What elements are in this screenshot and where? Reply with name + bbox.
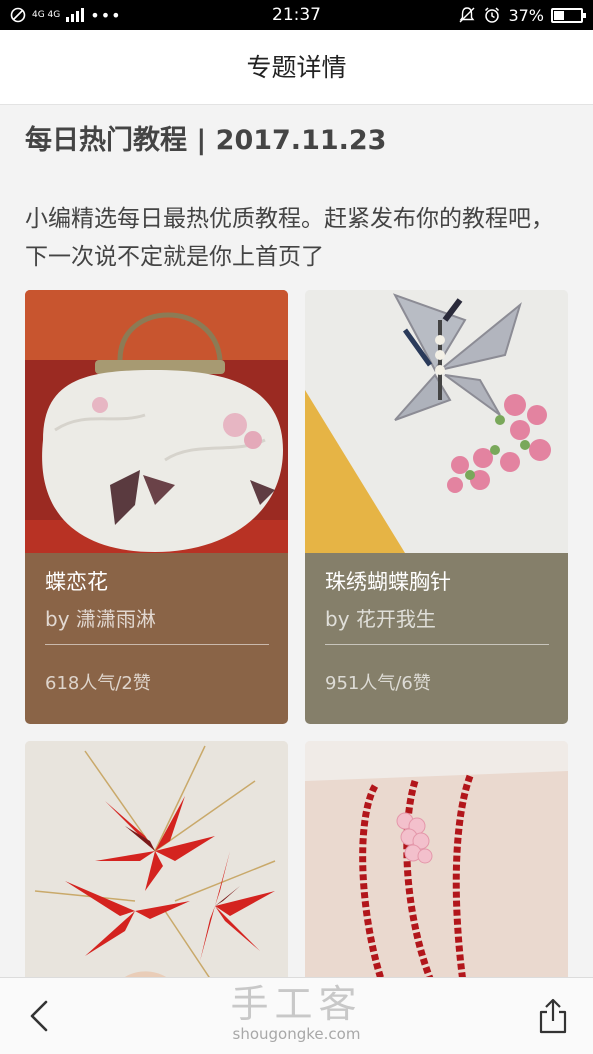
page-title: 专题详情	[246, 53, 347, 82]
card-title: 蝶恋花	[45, 570, 108, 594]
card-author[interactable]: by 花开我生	[325, 604, 436, 634]
content-area[interactable]: 每日热门教程 | 2017.11.23 小编精选每日最热优质教程。赶紧发布你的教…	[0, 105, 593, 977]
status-right: 37%	[458, 5, 586, 25]
status-bar: 4G 4G ••• 21:37 37%	[0, 0, 593, 30]
share-icon	[539, 998, 567, 1034]
card-info: 蝶恋花 by 潇潇雨淋 618人气/2赞	[25, 553, 288, 724]
card-stats: 951人气/6赞	[325, 673, 431, 694]
tutorial-image[interactable]	[305, 741, 568, 977]
card-divider	[325, 644, 549, 645]
share-button[interactable]	[533, 996, 573, 1036]
battery-level	[554, 10, 564, 20]
card-divider	[45, 644, 269, 645]
card-title: 珠绣蝴蝶胸针	[325, 570, 451, 594]
card-stats: 618人气/2赞	[45, 673, 151, 694]
bell-icon	[459, 7, 475, 23]
tutorial-card[interactable]	[25, 741, 288, 977]
title-bar: 专题详情	[0, 30, 593, 105]
bottom-bar: 手工客 shougongke.com	[0, 977, 593, 1054]
tutorial-card[interactable]	[305, 741, 568, 977]
alarm-icon	[485, 7, 500, 23]
card-info: 珠绣蝴蝶胸针 by 花开我生 951人气/6赞	[305, 553, 568, 724]
tutorial-image[interactable]	[25, 290, 288, 553]
tutorial-image[interactable]	[25, 741, 288, 977]
battery-icon	[551, 7, 586, 23]
tutorial-card[interactable]: 珠绣蝴蝶胸针 by 花开我生 951人气/6赞	[305, 290, 568, 724]
topic-headline: 每日热门教程 | 2017.11.23	[25, 125, 387, 156]
tutorial-card[interactable]: 蝶恋花 by 潇潇雨淋 618人气/2赞	[25, 290, 288, 724]
card-author[interactable]: by 潇潇雨淋	[45, 604, 156, 634]
watermark-url: shougongke.com	[232, 1025, 361, 1043]
topic-intro: 小编精选每日最热优质教程。赶紧发布你的教程吧，下一次说不定就是你上首页了	[25, 206, 554, 270]
tutorial-image[interactable]	[305, 290, 568, 553]
watermark-logo: 手工客	[230, 982, 363, 1026]
battery-percent: 37%	[508, 5, 544, 25]
